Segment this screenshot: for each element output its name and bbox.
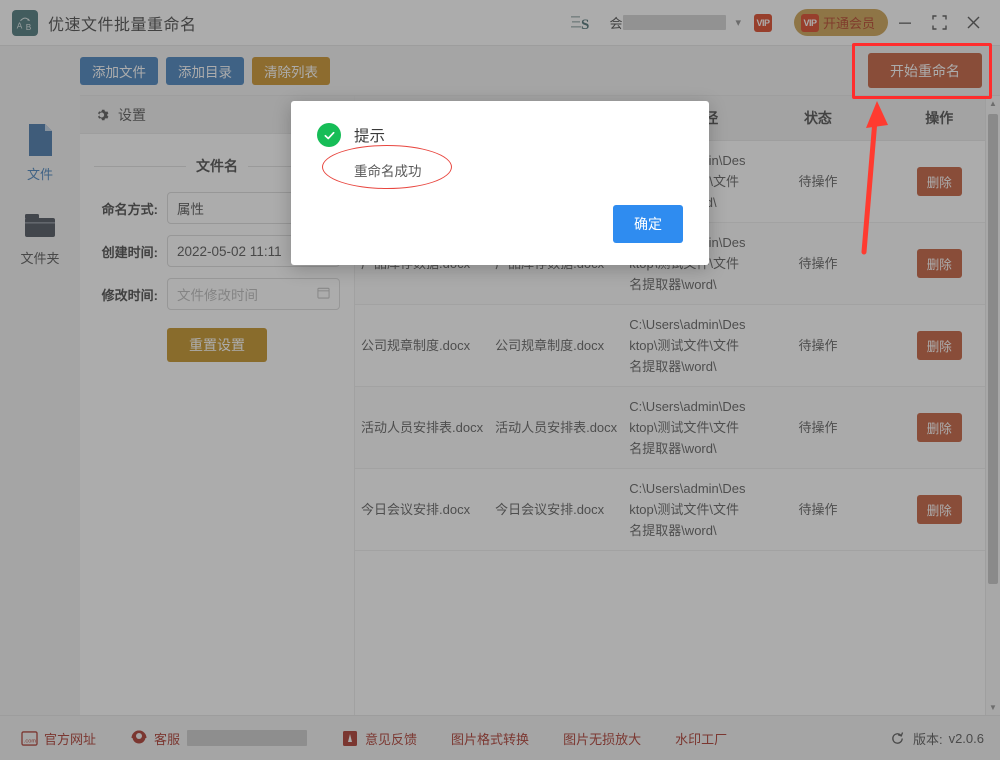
dialog-confirm-button[interactable]: 确定 bbox=[613, 205, 683, 243]
dialog-message-text: 重命名成功 bbox=[354, 164, 422, 179]
dialog-header: 提示 bbox=[317, 123, 683, 147]
dialog-message: 重命名成功 bbox=[322, 145, 452, 189]
check-circle-icon bbox=[317, 123, 341, 147]
success-dialog: 提示 重命名成功 确定 bbox=[291, 101, 709, 265]
dialog-footer: 确定 bbox=[613, 205, 683, 243]
dialog-title: 提示 bbox=[354, 128, 386, 145]
